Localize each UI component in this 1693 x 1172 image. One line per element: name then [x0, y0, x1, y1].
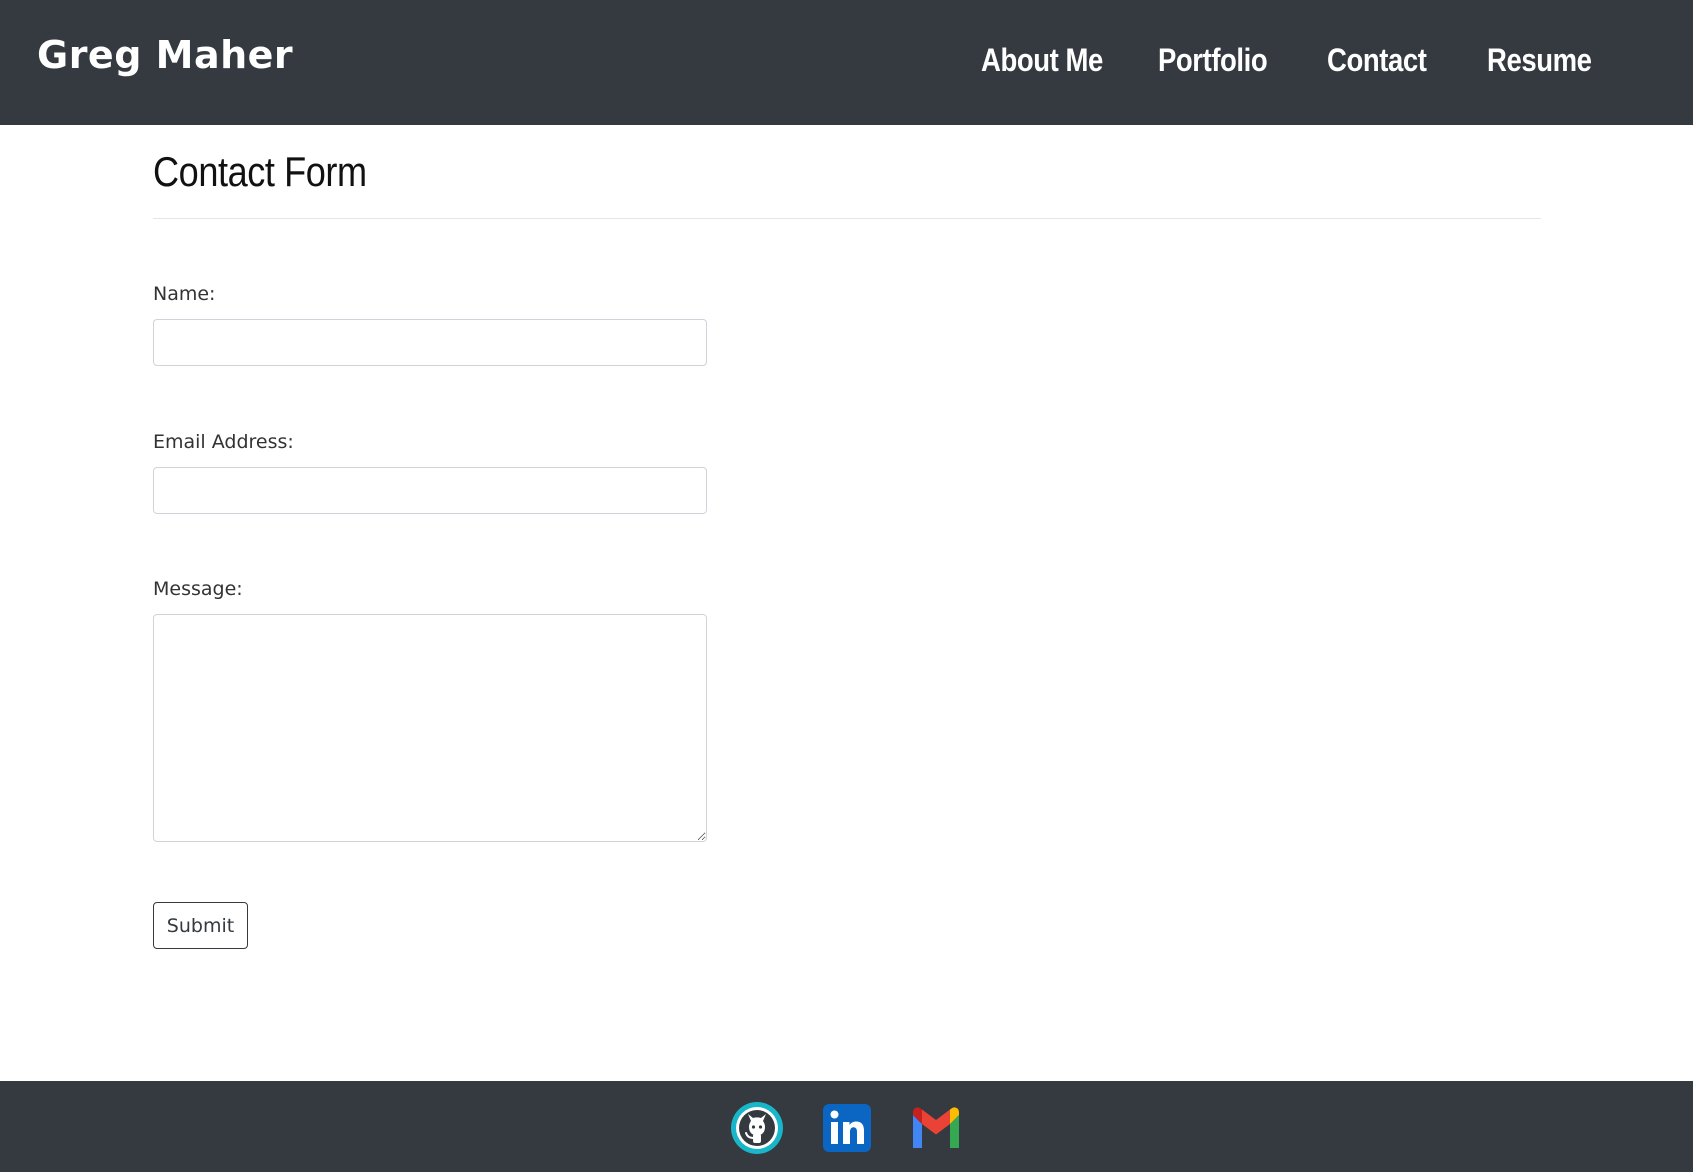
email-input[interactable]: [153, 467, 707, 514]
footer: [0, 1081, 1693, 1172]
gmail-icon: [913, 1107, 959, 1148]
name-label: Name:: [153, 283, 216, 305]
navbar: Greg Maher About Me Portfolio Contact Re…: [0, 0, 1693, 125]
linkedin-icon: [823, 1104, 871, 1152]
gmail-link[interactable]: [909, 1101, 963, 1155]
github-link[interactable]: [730, 1101, 784, 1155]
email-label: Email Address:: [153, 431, 294, 453]
message-label: Message:: [153, 578, 243, 600]
github-icon: [731, 1102, 783, 1154]
page-title: Contact Form: [153, 148, 367, 195]
nav-link-resume[interactable]: Resume: [1487, 42, 1592, 79]
message-textarea[interactable]: [153, 614, 707, 842]
submit-button[interactable]: Submit: [153, 902, 248, 949]
linkedin-link[interactable]: [820, 1101, 874, 1155]
nav-link-portfolio[interactable]: Portfolio: [1158, 42, 1268, 79]
title-divider: [153, 218, 1541, 219]
nav-link-about-me[interactable]: About Me: [981, 42, 1103, 79]
brand-link[interactable]: Greg Maher: [37, 33, 293, 77]
nav-link-contact[interactable]: Contact: [1327, 42, 1427, 79]
name-input[interactable]: [153, 319, 707, 366]
